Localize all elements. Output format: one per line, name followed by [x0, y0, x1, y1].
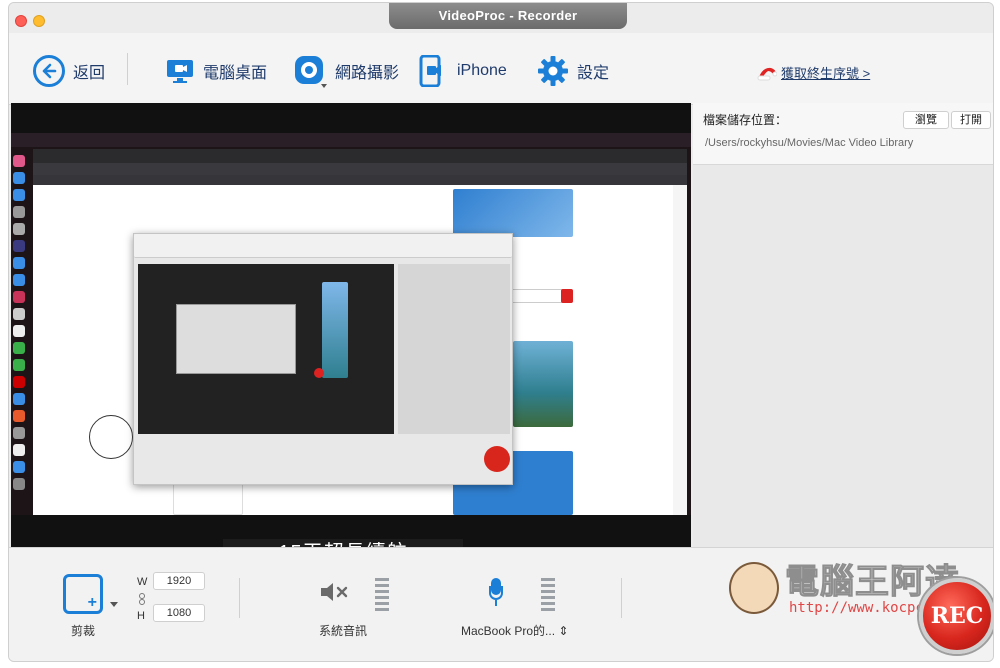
crop-dropdown-caret[interactable] [110, 602, 118, 607]
bottom-controls: + 剪裁 W 1920 H 1080 系統音訊 MacBook Pro的... … [9, 547, 993, 661]
monitor-icon [167, 60, 193, 83]
video-ad-banner: 15天超長續航 [223, 539, 463, 547]
height-letter: H [137, 610, 145, 622]
microphone-select[interactable]: MacBook Pro的... ⇕ [461, 622, 568, 639]
toolbar-divider [127, 53, 128, 85]
gear-icon [538, 56, 568, 86]
bottom-divider [239, 578, 240, 618]
height-input[interactable]: 1080 [153, 604, 205, 622]
top-toolbar: 返回 電腦桌面 網路攝影 iPhone 設定 獲取終生序號 > [9, 33, 993, 105]
watermark: 電腦王阿達 http://www.kocpc.com.tw [729, 548, 983, 648]
link-chain-icon[interactable] [138, 593, 146, 605]
settings-button[interactable]: 設定 [537, 51, 609, 91]
crop-label: 剪裁 [71, 624, 96, 638]
system-audio-meter [375, 578, 389, 612]
close-window-button[interactable] [15, 15, 27, 27]
save-location-header: 檔案儲存位置： 瀏覽 打開 /Users/rockyhsu/Movies/Mac… [693, 103, 993, 165]
desktop-mode-label: 電腦桌面 [203, 65, 268, 82]
microphone-button[interactable] [489, 578, 503, 606]
save-location-title: 檔案儲存位置： [703, 113, 788, 127]
webcam-icon [295, 56, 327, 88]
iphone-icon [419, 55, 441, 87]
iphone-mode-button[interactable]: iPhone [419, 51, 507, 91]
width-letter: W [137, 576, 148, 588]
open-folder-button[interactable]: 打開 [951, 111, 991, 129]
system-audio-button[interactable] [319, 580, 351, 610]
settings-label: 設定 [577, 65, 610, 82]
iphone-mode-label: iPhone [457, 62, 507, 79]
back-label: 返回 [73, 65, 106, 82]
webcam-mode-label: 網路攝影 [335, 65, 400, 82]
bottom-divider-2 [621, 578, 622, 618]
captured-menubar [11, 133, 691, 147]
save-location-panel: 檔案儲存位置： 瀏覽 打開 /Users/rockyhsu/Movies/Mac… [693, 103, 993, 547]
nested-recorder-window [133, 233, 513, 485]
system-audio-label: 系統音訊 [319, 624, 368, 638]
captured-browser-window: 15天超長續航 [33, 149, 687, 547]
save-path: /Users/rockyhsu/Movies/Mac Video Library [705, 137, 914, 149]
width-input[interactable]: 1920 [153, 572, 205, 590]
plus-icon: + [87, 594, 97, 611]
desktop-mode-button[interactable]: 電腦桌面 [165, 51, 267, 91]
speaker-muted-icon [321, 583, 348, 601]
annotation-circle [89, 415, 133, 459]
browse-button[interactable]: 瀏覽 [903, 111, 949, 129]
title-bar: VideoProc - Recorder [9, 3, 993, 33]
microphone-meter [541, 578, 555, 612]
crop-area-button[interactable]: + [63, 574, 103, 614]
minimize-window-button[interactable] [33, 15, 45, 27]
get-serial-label: 獲取終生序號 > [781, 66, 871, 81]
record-button[interactable]: REC [919, 578, 993, 654]
back-button[interactable]: 返回 [33, 51, 105, 91]
captured-dock [13, 155, 27, 505]
recorder-window: VideoProc - Recorder 返回 電腦桌面 網路攝影 iPhone… [8, 2, 994, 662]
back-arrow-icon [33, 55, 65, 87]
webcam-mode-button[interactable]: 網路攝影 [293, 51, 399, 91]
window-title: VideoProc - Recorder [389, 3, 627, 29]
santa-hat-icon [757, 67, 777, 80]
get-serial-link[interactable]: 獲取終生序號 > [757, 63, 870, 82]
screen-preview: 15天超長續航 [11, 103, 691, 547]
mascot-face-icon [729, 562, 779, 614]
